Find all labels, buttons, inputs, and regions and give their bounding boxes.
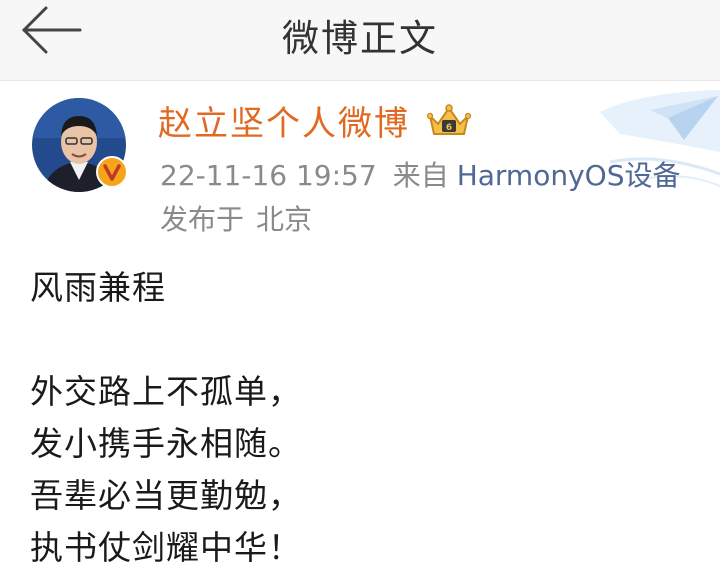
page-title: 微博正文 — [282, 17, 438, 60]
source-label: 来自 — [392, 159, 449, 192]
post-line: 吾辈必当更勤勉， — [30, 476, 302, 515]
post-line: 风雨兼程 — [30, 268, 166, 307]
post-line — [30, 314, 700, 366]
source-device-link[interactable]: HarmonyOS设备 — [457, 159, 681, 192]
post-meta: 22-11-16 19:57 来自 HarmonyOS设备 — [160, 154, 680, 194]
post-line: 执书仗剑耀中华！ — [30, 528, 302, 567]
post-line: 发小携手永相随。 — [30, 424, 302, 463]
post-content: 风雨兼程 外交路上不孤单， 发小携手永相随。 吾辈必当更勤勉， 执书仗剑耀中华！ — [30, 262, 700, 574]
post-timestamp: 22-11-16 19:57 — [160, 159, 377, 192]
crown-badge-icon[interactable]: 6 — [426, 102, 472, 140]
post-location: 发布于 北京 — [160, 198, 312, 238]
location-value: 北京 — [256, 203, 313, 236]
svg-text:6: 6 — [446, 123, 452, 133]
author-avatar[interactable] — [32, 98, 128, 192]
post-line: 外交路上不孤单， — [30, 372, 302, 411]
verified-v-icon — [96, 156, 128, 188]
location-label: 发布于 — [160, 203, 245, 236]
top-navigation-bar: 微博正文 — [0, 0, 720, 81]
author-name[interactable]: 赵立坚个人微博 — [158, 96, 410, 145]
